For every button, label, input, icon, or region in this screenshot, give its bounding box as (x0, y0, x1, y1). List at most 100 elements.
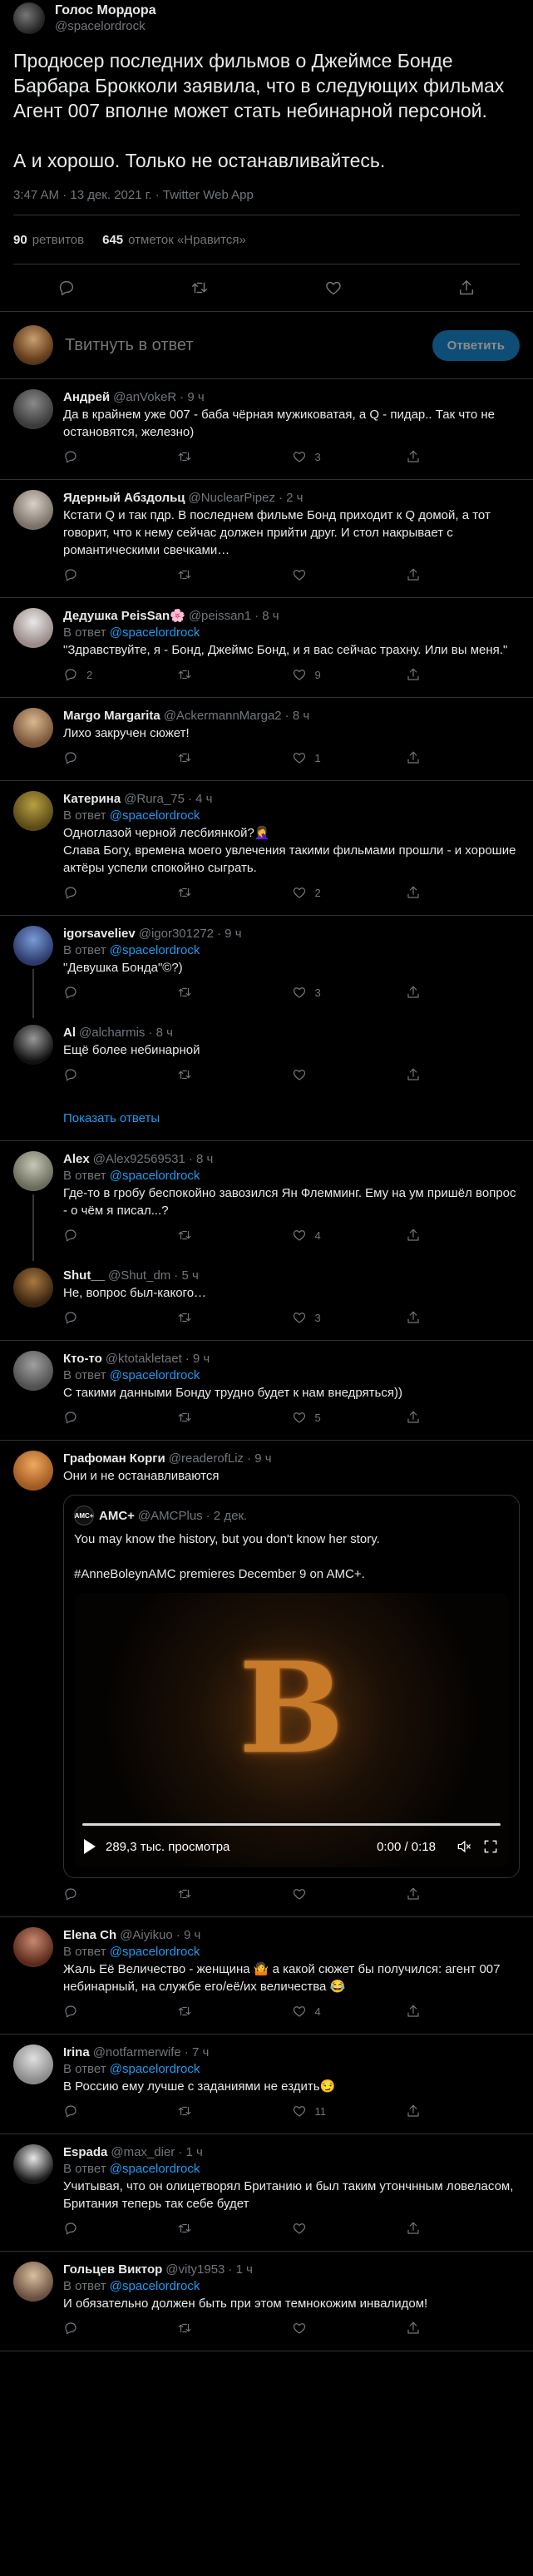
reply-icon[interactable] (63, 1310, 78, 1325)
reply-action[interactable] (63, 449, 177, 464)
quoted-author-name[interactable]: AMC+ (99, 1509, 135, 1523)
reply-action[interactable] (63, 985, 177, 1000)
share-action[interactable] (406, 1886, 520, 1901)
reply-icon[interactable] (63, 449, 78, 464)
reply-time[interactable]: · 9 ч (176, 1928, 201, 1942)
retweet-action[interactable] (177, 2221, 291, 2236)
retweet-action[interactable] (177, 1067, 291, 1082)
like-action[interactable]: 9 (292, 667, 406, 682)
retweet-action[interactable] (177, 1886, 291, 1901)
reply-author-handle[interactable]: @Rura_75 (124, 792, 185, 806)
reply-icon[interactable] (63, 885, 78, 900)
share-icon[interactable] (406, 567, 421, 582)
share-icon[interactable] (406, 1410, 421, 1425)
like-icon[interactable] (292, 1228, 307, 1243)
reply-button[interactable]: Ответить (432, 329, 520, 361)
share-action[interactable] (406, 1067, 520, 1082)
retweet-action[interactable] (177, 1410, 291, 1425)
avatar[interactable] (13, 1451, 53, 1491)
avatar[interactable] (13, 1025, 53, 1065)
reply-action[interactable] (63, 885, 177, 900)
reply-icon[interactable] (63, 750, 78, 765)
retweets-label[interactable]: ретвитов (32, 233, 84, 247)
reply-tweet[interactable]: Elena Ch @Aiyikuo · 9 ч В ответ @spacelord… (0, 1917, 533, 2034)
share-action[interactable] (406, 1410, 520, 1425)
share-icon[interactable] (406, 750, 421, 765)
reply-author-handle[interactable]: @Shut_dm (108, 1268, 170, 1283)
share-action[interactable] (406, 2104, 520, 2119)
like-icon[interactable] (292, 2221, 307, 2236)
share-action[interactable] (406, 885, 520, 900)
in-reply-link[interactable]: @spacelordrock (110, 625, 200, 640)
retweet-action[interactable] (177, 2321, 291, 2336)
retweet-icon[interactable] (177, 667, 192, 682)
reply-author-name[interactable]: Гольцев Виктор (63, 2262, 162, 2277)
avatar[interactable] (13, 490, 53, 530)
reply-time[interactable]: · 1 ч (178, 2145, 203, 2159)
retweet-action[interactable] (177, 1310, 291, 1325)
reply-author-handle[interactable]: @igor301272 (139, 927, 214, 941)
like-icon[interactable] (292, 885, 307, 900)
avatar[interactable] (13, 708, 53, 748)
like-icon[interactable] (292, 985, 307, 1000)
retweet-icon[interactable] (177, 1886, 192, 1901)
share-icon[interactable] (406, 667, 421, 682)
avatar[interactable] (13, 2144, 53, 2184)
reply-author-name[interactable]: Alex (63, 1152, 90, 1166)
like-icon[interactable] (292, 1410, 307, 1425)
reply-action[interactable] (63, 2321, 177, 2336)
retweet-icon[interactable] (177, 2004, 192, 2019)
retweet-icon[interactable] (177, 2321, 192, 2336)
video-progress-bar[interactable] (82, 1823, 501, 1826)
retweet-action[interactable] (177, 2104, 291, 2119)
reply-icon[interactable] (63, 1410, 78, 1425)
retweet-action[interactable] (177, 567, 291, 582)
retweet-icon[interactable] (177, 2104, 192, 2119)
reply-author-handle[interactable]: @max_dier (111, 2145, 175, 2159)
quoted-tweet[interactable]: AMC+ AMC+ @AMCPlus · 2 дек. You may know… (63, 1495, 520, 1878)
show-replies-link[interactable]: Показать ответы (0, 1097, 533, 1140)
retweet-action[interactable] (177, 1228, 291, 1243)
reply-tweet[interactable]: Андрей @anVokeR · 9 ч Да в крайнем уже 007… (0, 379, 533, 479)
in-reply-link[interactable]: @spacelordrock (110, 1368, 200, 1382)
share-icon[interactable] (406, 1310, 421, 1325)
like-icon[interactable] (292, 1886, 307, 1901)
share-action[interactable] (406, 2004, 520, 2019)
reply-action[interactable] (63, 2104, 177, 2119)
retweets-count[interactable]: 90 (13, 233, 27, 247)
share-icon[interactable] (406, 985, 421, 1000)
like-action[interactable] (292, 567, 406, 582)
reply-author-handle[interactable]: @Aiyikuo (120, 1928, 173, 1942)
reply-author-handle[interactable]: @NuclearPipez (189, 491, 275, 505)
retweet-icon[interactable] (177, 567, 192, 582)
share-action[interactable] (406, 667, 520, 682)
share-icon[interactable] (406, 885, 421, 900)
reply-tweet[interactable]: Margo Margarita @AckermannMarga2 · 8 ч Лих… (0, 698, 533, 780)
reply-icon[interactable] (63, 1886, 78, 1901)
reply-action[interactable] (63, 2221, 177, 2236)
reply-author-handle[interactable]: @peissan1 (189, 609, 251, 623)
retweet-icon[interactable] (177, 885, 192, 900)
in-reply-link[interactable]: @spacelordrock (110, 943, 200, 957)
reply-action[interactable] (63, 567, 177, 582)
avatar[interactable] (13, 608, 53, 648)
reply-tweet[interactable]: Кто-то @ktotakletaet · 9 ч В ответ @spacel… (0, 1341, 533, 1440)
likes-count[interactable]: 645 (102, 233, 123, 247)
share-action[interactable] (406, 2321, 520, 2336)
reply-icon[interactable] (63, 1228, 78, 1243)
in-reply-link[interactable]: @spacelordrock (110, 2279, 200, 2293)
in-reply-link[interactable]: @spacelordrock (110, 808, 200, 823)
reply-icon[interactable] (63, 2321, 78, 2336)
like-icon[interactable] (292, 567, 307, 582)
share-icon[interactable] (406, 2321, 421, 2336)
retweet-action[interactable] (177, 2004, 291, 2019)
video-player[interactable]: B 289,3 тыс. просмотра 0:00 / 0:18 (74, 1593, 509, 1867)
like-action[interactable]: 1 (292, 750, 406, 765)
reply-author-name[interactable]: Irina (63, 2045, 90, 2059)
retweet-action[interactable] (177, 449, 291, 464)
retweet-icon[interactable] (177, 985, 192, 1000)
reply-author-handle[interactable]: @alcharmis (79, 1026, 145, 1040)
reply-tweet[interactable]: Графоман Корги @readerofLiz · 9 ч Они и не… (0, 1441, 533, 1916)
reply-time[interactable]: · 9 ч (180, 390, 205, 404)
like-icon[interactable] (292, 750, 307, 765)
